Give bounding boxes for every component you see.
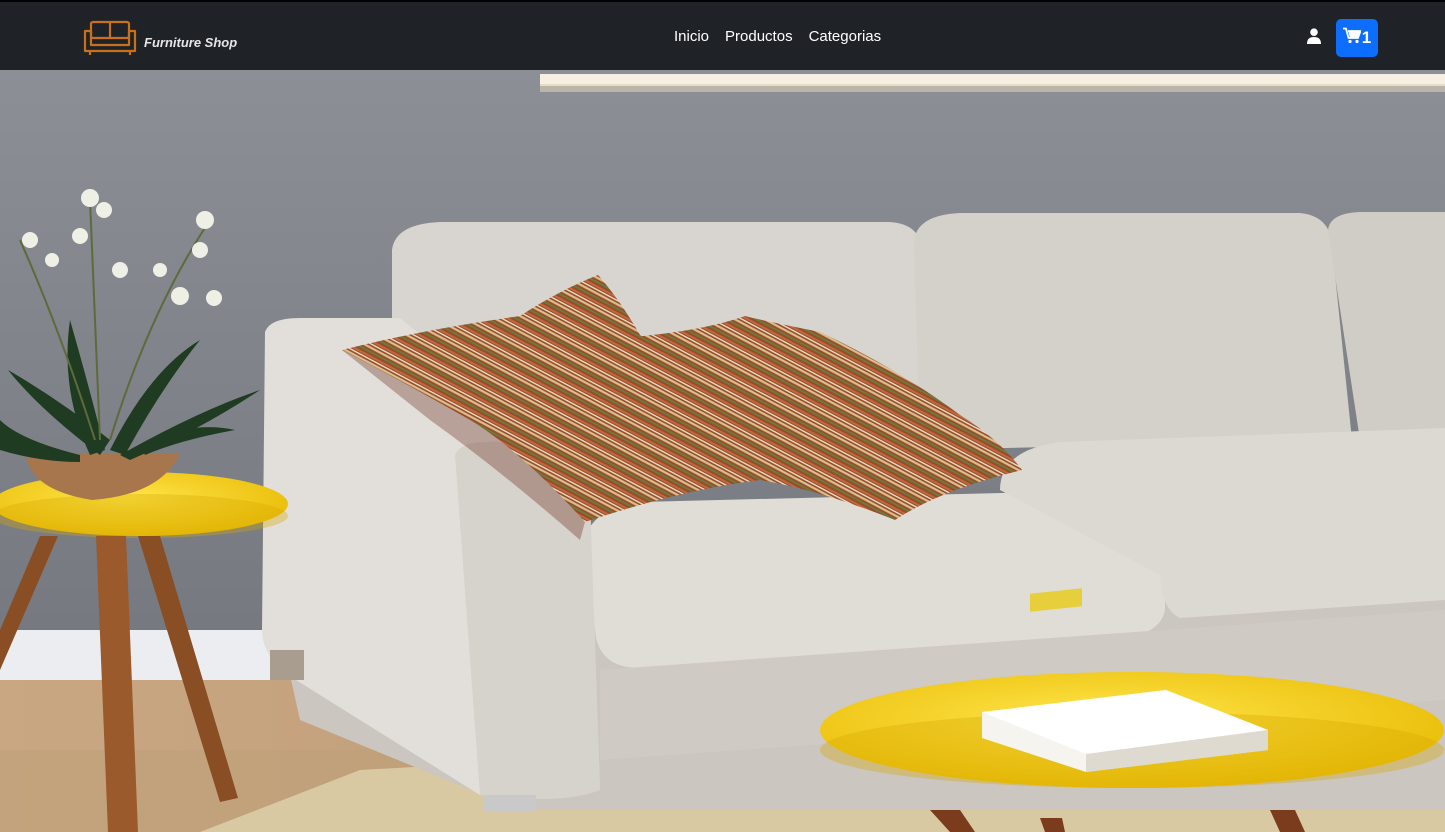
brand-logo-link[interactable]: Furniture Shop [82, 19, 237, 62]
cart-button[interactable]: 1 [1336, 19, 1378, 57]
nav-link-inicio[interactable]: Inicio [674, 28, 709, 46]
brand-name: Furniture Shop [144, 34, 238, 50]
shopping-cart-icon [1342, 27, 1362, 49]
user-account-button[interactable] [1303, 27, 1325, 49]
sofa-icon [82, 19, 138, 62]
cart-count-badge: 1 [1361, 28, 1372, 47]
user-icon [1307, 27, 1321, 49]
hero-banner-image [0, 70, 1445, 832]
nav-link-productos[interactable]: Productos [725, 28, 793, 46]
top-navbar: Furniture Shop Inicio Productos Categori… [0, 0, 1445, 70]
main-nav: Inicio Productos Categorias [674, 28, 881, 46]
nav-link-categorias[interactable]: Categorias [809, 28, 882, 46]
